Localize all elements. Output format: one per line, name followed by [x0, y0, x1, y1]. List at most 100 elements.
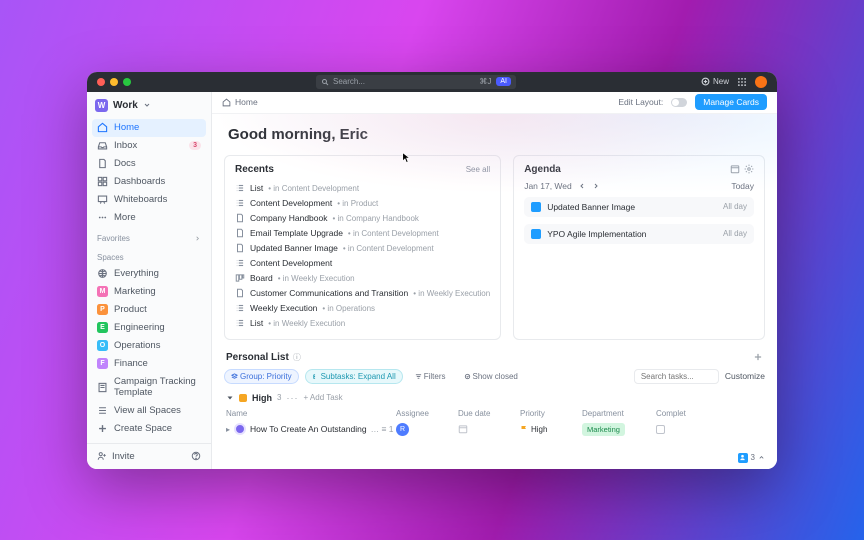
sidebar-item-space[interactable]: Everything: [92, 265, 206, 283]
recents-item-loc: • in Weekly Execution: [268, 319, 345, 328]
complete-checkbox[interactable]: [656, 425, 665, 434]
agenda-title: Agenda: [524, 164, 561, 175]
nav-dashboards[interactable]: Dashboards: [92, 173, 206, 191]
nav-home[interactable]: Home: [92, 119, 206, 137]
recents-list: List • in Content DevelopmentContent Dev…: [235, 181, 490, 331]
recents-item-name: Board: [250, 273, 273, 283]
plus-circle-icon: [701, 77, 710, 86]
chevron-down-icon: [143, 101, 151, 109]
col-priority: Priority: [520, 409, 582, 418]
status-dot-icon[interactable]: [234, 423, 246, 435]
group-chip[interactable]: Group: Priority: [224, 369, 299, 384]
show-closed-chip[interactable]: Show closed: [458, 370, 524, 383]
sidebar-item-space[interactable]: View all Spaces: [92, 402, 206, 420]
space-color-icon: P: [97, 304, 108, 315]
group-label: High: [252, 393, 272, 403]
grid-apps-icon[interactable]: [737, 77, 747, 87]
chevron-right-icon[interactable]: [592, 182, 600, 190]
recents-item-loc: • in Content Development: [343, 244, 434, 253]
space-label: Create Space: [114, 423, 172, 434]
agenda-item[interactable]: Updated Banner ImageAll day: [524, 197, 754, 217]
sidebar-item-space[interactable]: FFinance: [92, 355, 206, 373]
customize-button[interactable]: Customize: [725, 371, 765, 381]
recents-item[interactable]: List • in Content Development: [235, 181, 490, 196]
invite-button[interactable]: Invite: [97, 451, 135, 462]
global-search[interactable]: Search... ⌘J AI: [316, 75, 516, 89]
agenda-today[interactable]: Today: [731, 181, 754, 191]
recents-item-name: Customer Communications and Transition: [250, 288, 408, 298]
nav-whiteboards[interactable]: Whiteboards: [92, 191, 206, 209]
group-high[interactable]: High 3 ··· + Add Task: [224, 390, 765, 406]
filters-chip[interactable]: Filters: [409, 370, 452, 383]
plus-icon: [97, 423, 108, 434]
recents-item[interactable]: Content Development: [235, 256, 490, 271]
table-row[interactable]: ▸ How To Create An Outstanding … ≡ 1 R H…: [224, 421, 765, 438]
recents-item[interactable]: List • in Weekly Execution: [235, 316, 490, 331]
info-icon[interactable]: ⓘ: [293, 352, 301, 363]
subtasks-chip[interactable]: Subtasks: Expand All: [305, 369, 403, 384]
plus-icon[interactable]: [753, 352, 763, 362]
nav-docs[interactable]: Docs: [92, 155, 206, 173]
chevron-left-icon[interactable]: [578, 182, 586, 190]
recents-item[interactable]: Email Template Upgrade • in Content Deve…: [235, 226, 490, 241]
priority-cell[interactable]: High: [520, 425, 582, 434]
recents-item-loc: • in Weekly Execution: [413, 289, 490, 298]
favorites-label: Favorites: [97, 234, 130, 243]
group-more-icon[interactable]: ···: [286, 393, 298, 403]
recents-item[interactable]: Updated Banner Image • in Content Develo…: [235, 241, 490, 256]
nav-inbox-label: Inbox: [114, 140, 137, 151]
sidebar-item-space[interactable]: PProduct: [92, 301, 206, 319]
sidebar-item-space[interactable]: Create Space: [92, 420, 206, 438]
manage-cards-button[interactable]: Manage Cards: [695, 94, 767, 110]
nav-inbox[interactable]: Inbox 3: [92, 137, 206, 155]
due-date-cell[interactable]: [458, 424, 520, 434]
assignee-avatar[interactable]: R: [396, 423, 409, 436]
favorites-header[interactable]: Favorites: [87, 227, 211, 246]
gear-icon[interactable]: [744, 164, 754, 174]
new-button[interactable]: New: [701, 77, 729, 86]
dept-chip[interactable]: Marketing: [582, 423, 625, 436]
recents-item-loc: • in Company Handbook: [333, 214, 419, 223]
space-color-icon: E: [97, 322, 108, 333]
plist-title: Personal List: [226, 352, 289, 363]
space-label: Finance: [114, 358, 148, 369]
recents-item-name: Content Development: [250, 198, 332, 208]
agenda-item-time: All day: [723, 229, 747, 238]
close-icon[interactable]: [97, 78, 105, 86]
template-icon: [97, 382, 108, 393]
edit-layout-toggle[interactable]: [671, 98, 687, 107]
sidebar-item-space[interactable]: EEngineering: [92, 319, 206, 337]
board-icon: [235, 273, 245, 283]
sidebar-item-space[interactable]: OOperations: [92, 337, 206, 355]
agenda-item[interactable]: YPO Agile ImplementationAll day: [524, 224, 754, 244]
group-count: 3: [277, 393, 281, 402]
sidebar-item-space[interactable]: Campaign Tracking Template: [92, 373, 206, 402]
recents-see-all[interactable]: See all: [466, 165, 490, 174]
recents-item[interactable]: Customer Communications and Transition •…: [235, 286, 490, 301]
floating-status[interactable]: 3: [738, 453, 765, 463]
user-avatar[interactable]: [755, 76, 767, 88]
calendar-icon: [458, 424, 468, 434]
group-add-task[interactable]: + Add Task: [303, 393, 342, 402]
ai-badge[interactable]: AI: [496, 77, 511, 86]
filter-icon: [415, 373, 422, 380]
user-mini-icon: [738, 453, 748, 463]
recents-item[interactable]: Content Development • in Product: [235, 196, 490, 211]
workspace-switcher[interactable]: W Work: [87, 92, 211, 119]
recents-item-name: Email Template Upgrade: [250, 228, 343, 238]
recents-item[interactable]: Weekly Execution • in Operations: [235, 301, 490, 316]
nav-more[interactable]: More: [92, 209, 206, 227]
minimize-icon[interactable]: [110, 78, 118, 86]
plist-search-input[interactable]: [634, 369, 719, 384]
personal-list: Personal List ⓘ Group: Priority Subtasks: [224, 352, 765, 438]
sidebar-item-space[interactable]: MMarketing: [92, 283, 206, 301]
maximize-icon[interactable]: [123, 78, 131, 86]
calendar-icon[interactable]: [730, 164, 740, 174]
chevron-right-icon[interactable]: ▸: [226, 425, 230, 434]
priority-label: High: [531, 425, 547, 434]
recents-item[interactable]: Board • in Weekly Execution: [235, 271, 490, 286]
inbox-badge: 3: [189, 141, 201, 150]
breadcrumb[interactable]: Home: [222, 97, 258, 107]
help-icon[interactable]: [191, 451, 201, 461]
recents-item[interactable]: Company Handbook • in Company Handbook: [235, 211, 490, 226]
